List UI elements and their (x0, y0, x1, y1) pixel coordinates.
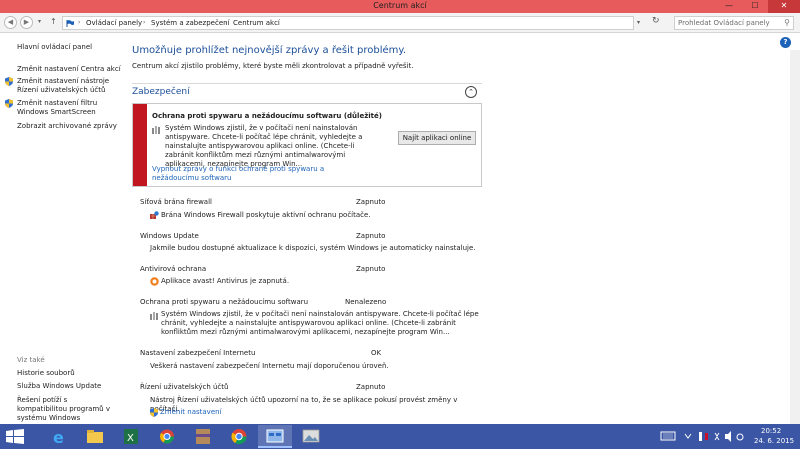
sidebar: Hlavní ovládací panel Změnit nastavení C… (0, 34, 124, 424)
find-app-online-button[interactable]: Najít aplikaci online (398, 131, 476, 145)
windows-update-description: Jakmile budou dostupné aktualizace k dis… (150, 244, 476, 252)
search-placeholder: Prohledat Ovládací panely (678, 19, 770, 27)
alert-description: Systém Windows zjistil, že v počítači ne… (165, 124, 363, 168)
alert-severity-bar (133, 104, 147, 186)
antivirus-status: Zapnuto (356, 265, 386, 273)
uac-shield-icon (5, 77, 13, 86)
breadcrumb-separator-icon: › (143, 19, 146, 26)
window-title: Centrum akcí (373, 1, 427, 10)
address-bar[interactable]: › Ovládací panely › Systém a zabezpečení… (62, 16, 634, 30)
back-button[interactable]: ◀ (4, 16, 17, 29)
breadcrumb-separator-icon: › (78, 19, 81, 26)
help-icon[interactable]: ? (780, 37, 791, 48)
windows-update-name: Windows Update (140, 232, 199, 240)
svg-text:X: X (127, 433, 134, 444)
address-toolbar: ◀ ▶ ▾ ↑ › Ovládací panely › Systém a zab… (0, 13, 800, 33)
photos-icon[interactable] (294, 425, 328, 448)
taskbar: e X 20:52 24. 6. 2015 (0, 424, 800, 449)
page-title: Umožňuje prohlížet nejnovější zprávy a ř… (132, 45, 407, 56)
internet-security-description: Veškerá nastavení zabezpečení Internetu … (150, 362, 389, 370)
antispyware-name: Ochrana proti spywaru a nežádoucímu soft… (140, 298, 309, 306)
internet-security-name: Nastavení zabezpečení Internetu (140, 349, 256, 357)
breadcrumb-system-security[interactable]: Systém a zabezpečení (151, 19, 230, 27)
sidebar-link-action-center-settings[interactable]: Změnit nastavení Centra akcí (17, 65, 121, 74)
antivirus-description: Aplikace avast! Antivirus je zapnutá. (161, 277, 290, 285)
clock-time[interactable]: 20:52 (761, 427, 781, 435)
close-button[interactable]: ✕ (768, 0, 800, 13)
antispyware-status: Nenalezeno (345, 298, 387, 306)
sidebar-link-smartscreen[interactable]: Změnit nastavení filtru Windows SmartScr… (17, 99, 117, 117)
antivirus-name: Antivirová ochrana (140, 265, 207, 273)
clock-date[interactable]: 24. 6. 2015 (754, 437, 794, 445)
title-bar: Centrum akcí — ☐ ✕ (0, 0, 800, 13)
search-icon[interactable]: ⚲ (784, 18, 790, 27)
see-also-file-history[interactable]: Historie souborů (17, 369, 75, 378)
internet-explorer-icon[interactable]: e (42, 425, 76, 448)
sidebar-link-home[interactable]: Hlavní ovládací panel (17, 43, 92, 52)
windows-update-status: Zapnuto (356, 232, 386, 240)
firewall-description: Brána Windows Firewall poskytuje aktivní… (161, 211, 371, 219)
see-also-heading: Viz také (17, 356, 45, 364)
antispyware-icon (152, 126, 160, 134)
uac-name: Řízení uživatelských účtů (140, 383, 229, 391)
uac-status: Zapnuto (356, 383, 386, 391)
turn-off-messages-link[interactable]: Vypnout zprávy o funkci ochrané proti sp… (152, 165, 332, 183)
avast-icon (150, 277, 159, 286)
antispyware-icon (150, 312, 158, 320)
breadcrumb-separator-icon: › (225, 19, 228, 26)
uac-shield-icon (150, 408, 158, 417)
page-subtitle: Centrum akcí zjistilo problémy, které by… (132, 62, 414, 70)
chrome-old-icon[interactable] (150, 425, 184, 448)
file-explorer-icon[interactable] (78, 425, 112, 448)
winrar-icon[interactable] (186, 425, 220, 448)
breadcrumb-action-center[interactable]: Centrum akcí (233, 19, 280, 27)
minimize-button[interactable]: — (716, 0, 742, 13)
forward-button[interactable]: ▶ (20, 16, 33, 29)
address-dropdown-icon[interactable]: ▾ (637, 19, 640, 26)
svg-text:e: e (53, 428, 64, 447)
see-also-windows-update[interactable]: Služba Windows Update (17, 382, 101, 391)
firewall-icon (150, 211, 159, 219)
main-content: Umožňuje prohlížet nejnovější zprávy a ř… (124, 34, 774, 424)
recent-pages-icon[interactable]: ▾ (38, 18, 41, 25)
collapse-chevron-icon[interactable]: ⌃ (465, 86, 477, 98)
change-uac-settings-link[interactable]: Změnit nastavení (160, 408, 222, 416)
windows-start-icon[interactable] (6, 429, 24, 444)
up-arrow-icon[interactable]: ↑ (50, 17, 57, 26)
control-panel-icon[interactable] (258, 425, 292, 448)
firewall-name: Síťová brána firewall (140, 198, 212, 206)
uac-shield-icon (5, 99, 13, 108)
security-section-title[interactable]: Zabezpečení (132, 87, 190, 97)
firewall-status: Zapnuto (356, 198, 386, 206)
excel-icon[interactable]: X (114, 425, 148, 448)
sidebar-link-uac-settings[interactable]: Změnit nastavení nástroje Řízení uživate… (17, 77, 117, 95)
antispyware-description: Systém Windows zjistil, že v počítači ne… (161, 310, 479, 336)
vertical-scrollbar[interactable] (790, 50, 800, 424)
refresh-icon[interactable]: ↻ (652, 16, 660, 26)
see-also-compatibility-troubleshooter[interactable]: Řešení potíží s kompatibilitou programů … (17, 396, 117, 423)
breadcrumb-control-panel[interactable]: Ovládací panely (86, 19, 142, 27)
spyware-alert-panel: Ochrana proti spywaru a nežádoucímu soft… (132, 103, 482, 187)
alert-title: Ochrana proti spywaru a nežádoucímu soft… (152, 112, 382, 120)
maximize-button[interactable]: ☐ (742, 0, 768, 13)
chrome-icon[interactable] (222, 425, 256, 448)
search-input[interactable]: Prohledat Ovládací panely ⚲ (674, 16, 794, 30)
control-panel-flag-icon (66, 20, 74, 27)
sidebar-link-archived-messages[interactable]: Zobrazit archivované zprávy (17, 122, 117, 131)
internet-security-status: OK (371, 349, 382, 357)
